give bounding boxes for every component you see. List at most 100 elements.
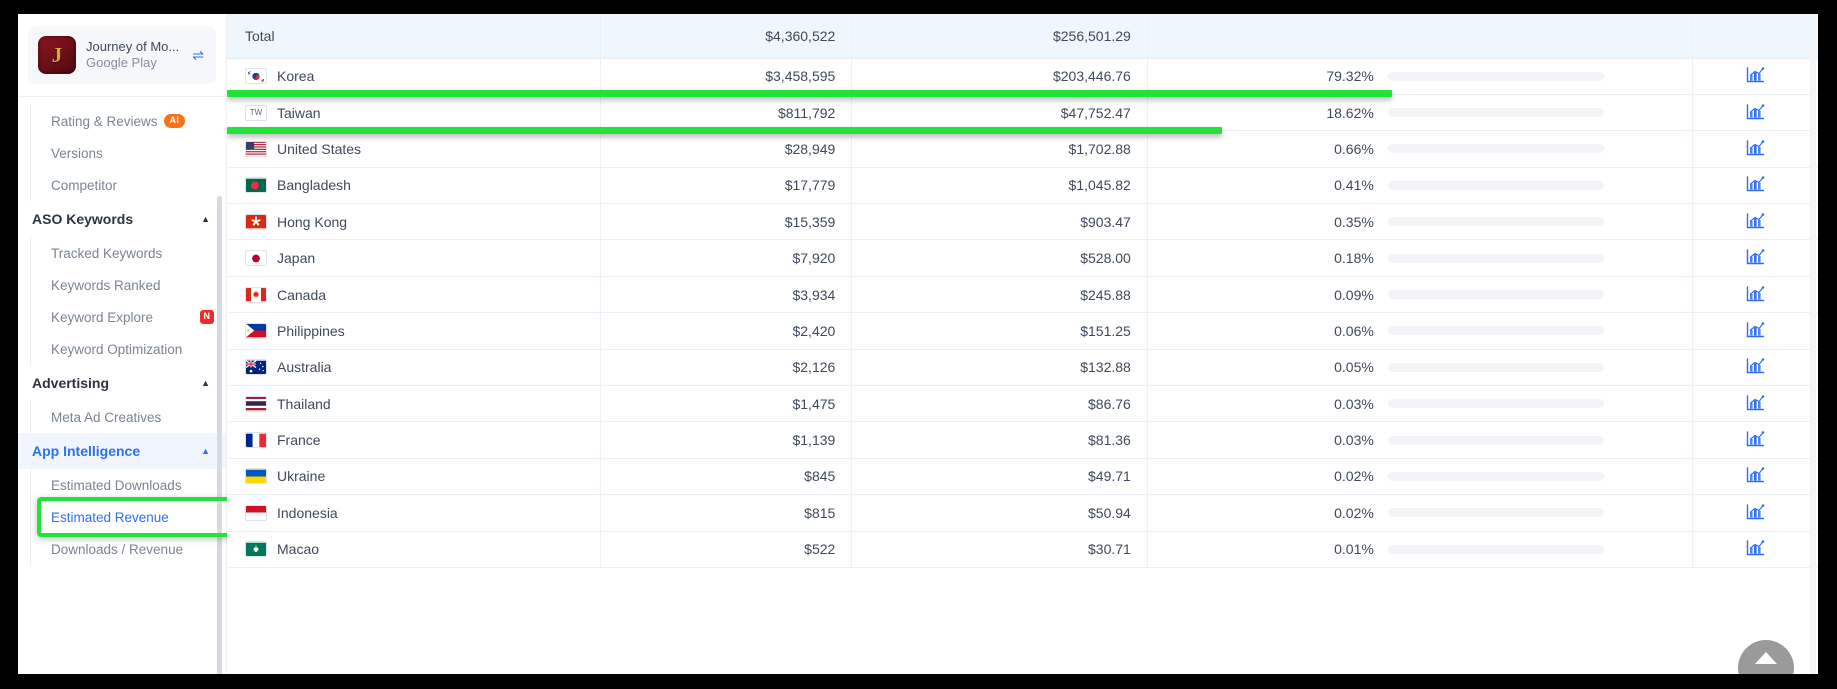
bar-chart-trend-icon[interactable] [1746, 503, 1765, 520]
bar-chart-trend-icon[interactable] [1746, 466, 1765, 483]
table-row[interactable]: Macao $522 $30.71 0.01% [227, 531, 1818, 568]
row-percent-value: 0.66% [1334, 140, 1374, 157]
sidebar-item-meta-ad-creatives[interactable]: Meta Ad Creatives [51, 401, 226, 433]
bar-chart-trend-icon[interactable] [1746, 103, 1765, 120]
row-country: TW Taiwan [227, 94, 602, 132]
table-row[interactable]: Korea $3,458,595 $203,446.76 79.32% [227, 58, 1818, 95]
table-row[interactable]: Hong Kong $15,359 $903.47 0.35% [227, 203, 1818, 241]
chevron-up-icon[interactable]: ▲ [201, 446, 210, 456]
bar-chart-trend-icon[interactable] [1746, 212, 1765, 229]
sidebar-group-app-intelligence[interactable]: App Intelligence ▲ [18, 433, 226, 469]
bar-chart-trend-icon[interactable] [1746, 66, 1765, 83]
sidebar-item-competitor[interactable]: Competitor [51, 169, 226, 201]
row-trend-cell[interactable] [1692, 531, 1818, 568]
content-scrollbar[interactable] [1810, 14, 1816, 674]
row-revenue: $522 [600, 531, 853, 568]
row-revenue: $15,359 [600, 203, 853, 241]
row-trend-cell[interactable] [1692, 203, 1818, 241]
flag-icon-us [245, 140, 267, 157]
table-row[interactable]: Indonesia $815 $50.94 0.02% [227, 494, 1818, 532]
row-trend-cell[interactable] [1692, 167, 1818, 205]
row-trend-cell[interactable] [1692, 130, 1818, 168]
app-store: Google Play [86, 55, 157, 70]
bar-chart-trend-icon[interactable] [1746, 539, 1765, 556]
row-revenue-usd: $203,446.76 [851, 58, 1148, 95]
bar-chart-trend-icon[interactable] [1746, 430, 1765, 447]
arrow-up-icon [1755, 652, 1777, 664]
app-selector-card[interactable]: J Journey of Mo... Google Play ⇌ [28, 26, 216, 84]
row-share-bar [1387, 326, 1604, 336]
row-trend-cell[interactable] [1692, 58, 1818, 95]
bar-chart-trend-icon[interactable] [1746, 175, 1765, 192]
row-trend-cell[interactable] [1692, 458, 1818, 496]
bar-chart-trend-icon[interactable] [1746, 139, 1765, 156]
row-revenue-usd: $47,752.47 [851, 94, 1148, 132]
row-percent-value: 0.03% [1334, 432, 1374, 449]
row-revenue-usd: $245.88 [851, 276, 1148, 314]
bar-chart-trend-icon[interactable] [1746, 357, 1765, 374]
bar-chart-trend-icon[interactable] [1746, 321, 1765, 338]
sidebar-item-estimated-revenue[interactable]: Estimated Revenue [51, 501, 226, 533]
row-revenue-usd: $151.25 [851, 312, 1148, 350]
sidebar-item-versions[interactable]: Versions [51, 137, 226, 169]
row-trend-cell[interactable] [1692, 385, 1818, 423]
flag-icon-kr [245, 68, 267, 85]
table-row[interactable]: Bangladesh $17,779 $1,045.82 0.41% [227, 167, 1818, 205]
table-row[interactable]: United States $28,949 $1,702.88 0.66% [227, 130, 1818, 168]
flag-icon-au [245, 359, 267, 376]
sidebar-group-aso-keywords[interactable]: ASO Keywords ▲ [18, 201, 226, 237]
swap-app-icon[interactable]: ⇌ [190, 47, 206, 64]
row-revenue-usd: $81.36 [851, 421, 1148, 459]
table-row[interactable]: Thailand $1,475 $86.76 0.03% [227, 385, 1818, 423]
sidebar-group-advertising[interactable]: Advertising ▲ [18, 365, 226, 401]
row-revenue-usd: $1,702.88 [851, 130, 1148, 168]
row-trend-cell[interactable] [1692, 239, 1818, 277]
row-trend-cell[interactable] [1692, 312, 1818, 350]
country-name: Taiwan [277, 104, 321, 121]
sidebar-scrollbar-track[interactable] [217, 100, 224, 674]
row-country: Ukraine [227, 458, 602, 496]
row-percent-cell: 0.09% [1147, 276, 1694, 314]
row-revenue: $815 [600, 494, 853, 532]
revenue-table-panel: Total $4,360,522 $256,501.29 Korea $3,458,59… [227, 14, 1818, 674]
row-share-bar [1387, 290, 1604, 300]
bar-chart-trend-icon[interactable] [1746, 248, 1765, 265]
table-row[interactable]: Japan $7,920 $528.00 0.18% [227, 239, 1818, 277]
bar-chart-trend-icon[interactable] [1746, 394, 1765, 411]
row-trend-cell[interactable] [1692, 421, 1818, 459]
ai-badge: AI [163, 114, 186, 128]
row-trend-cell[interactable] [1692, 276, 1818, 314]
sidebar-item-rating-reviews[interactable]: Rating & Reviews AI [51, 105, 226, 137]
scroll-to-top-button[interactable] [1738, 640, 1794, 674]
row-revenue: $3,458,595 [600, 58, 853, 95]
chevron-up-icon[interactable]: ▲ [201, 214, 210, 224]
row-revenue-usd: $30.71 [851, 531, 1148, 568]
table-row[interactable]: Australia $2,126 $132.88 0.05% [227, 349, 1818, 387]
sidebar-item-keyword-optimization[interactable]: Keyword Optimization [51, 333, 226, 365]
table-row[interactable]: TW Taiwan $811,792 $47,752.47 18.62% [227, 94, 1818, 132]
sidebar-scrollbar-thumb[interactable] [217, 196, 222, 674]
flag-icon-jp [245, 250, 267, 267]
sidebar: J Journey of Mo... Google Play ⇌ Rating … [18, 14, 234, 674]
bar-chart-trend-icon[interactable] [1746, 285, 1765, 302]
row-percent-value: 0.02% [1334, 468, 1374, 485]
sidebar-item-keyword-explore[interactable]: Keyword Explore N [51, 301, 226, 333]
table-row[interactable]: Philippines $2,420 $151.25 0.06% [227, 312, 1818, 350]
row-share-bar [1387, 180, 1604, 190]
table-row[interactable]: Canada $3,934 $245.88 0.09% [227, 276, 1818, 314]
sidebar-item-keywords-ranked[interactable]: Keywords Ranked [51, 269, 226, 301]
sidebar-item-downloads-revenue[interactable]: Downloads / Revenue [51, 533, 226, 565]
sidebar-item-estimated-downloads[interactable]: Estimated Downloads [51, 469, 226, 501]
chevron-up-icon[interactable]: ▲ [201, 378, 210, 388]
row-share-bar [1387, 144, 1604, 154]
country-name: Hong Kong [277, 213, 348, 230]
table-row[interactable]: Ukraine $845 $49.71 0.02% [227, 458, 1818, 496]
app-name: Journey of Mo... [86, 38, 180, 54]
row-trend-cell[interactable] [1692, 494, 1818, 532]
row-trend-cell[interactable] [1692, 94, 1818, 132]
sidebar-item-tracked-keywords[interactable]: Tracked Keywords [51, 237, 226, 269]
row-trend-cell[interactable] [1692, 349, 1818, 387]
table-row[interactable]: France $1,139 $81.36 0.03% [227, 421, 1818, 459]
sidebar-subgroup: Tracked Keywords Keywords Ranked Keyword E… [30, 237, 226, 365]
sidebar-subgroup: Estimated Downloads Estimated Revenue Down… [30, 469, 226, 565]
